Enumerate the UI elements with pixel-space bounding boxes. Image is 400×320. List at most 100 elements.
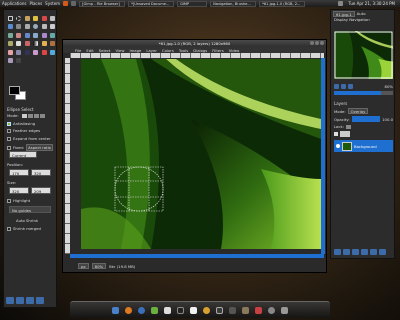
color-swatches[interactable] [9, 86, 29, 102]
settings-launcher[interactable] [266, 305, 277, 316]
free-select-tool[interactable] [23, 14, 31, 22]
maximize-icon[interactable] [315, 41, 319, 45]
flip-tool[interactable] [6, 40, 14, 48]
expand-checkbox[interactable] [7, 136, 11, 141]
taskbar-unsaved-document[interactable]: *[Unsaved Docume... [128, 0, 175, 7]
ellipse-select-tool[interactable] [15, 14, 23, 22]
anchor-layer-icon[interactable] [370, 249, 377, 255]
fixed-current-field[interactable]: Current [9, 151, 37, 158]
crop-tool[interactable] [15, 31, 23, 39]
expand-option[interactable]: Expand from center [7, 136, 51, 141]
mode-subtract-icon[interactable] [33, 113, 39, 118]
trash-launcher[interactable] [279, 305, 290, 316]
highlight-checkbox[interactable] [7, 198, 11, 203]
blur-tool[interactable] [49, 48, 57, 56]
network-launcher[interactable] [136, 305, 147, 316]
menu-dialogs[interactable]: Dialogs [193, 48, 207, 53]
restore-options-icon[interactable] [16, 297, 24, 304]
mode-add-icon[interactable] [27, 113, 33, 118]
fuzzy-select-tool[interactable] [32, 14, 40, 22]
terminal-launcher-icon[interactable] [71, 1, 77, 6]
text-tool[interactable] [15, 40, 23, 48]
zoom-tool[interactable] [32, 23, 40, 31]
lock-alpha-icon[interactable] [345, 124, 351, 129]
mode-replace-icon[interactable] [21, 113, 27, 118]
text-editor-launcher[interactable] [188, 305, 199, 316]
rotate-tool[interactable] [23, 31, 31, 39]
image-canvas[interactable] [81, 59, 321, 249]
shrink-merged-option[interactable]: Shrink merged [7, 226, 41, 231]
duplicate-layer-icon[interactable] [361, 249, 368, 255]
opacity-slider[interactable] [351, 116, 381, 122]
visibility-eye-icon[interactable] [334, 132, 338, 136]
airbrush-tool[interactable] [15, 48, 23, 56]
zoom-out-icon[interactable] [334, 83, 339, 89]
menu-colors[interactable]: Colors [162, 48, 174, 53]
scale-tool[interactable] [32, 31, 40, 39]
home-folder-launcher[interactable] [110, 305, 121, 316]
raise-layer-icon[interactable] [343, 249, 350, 255]
delete-options-icon[interactable] [26, 297, 34, 304]
mode-intersect-icon[interactable] [39, 113, 45, 118]
color-select-tool[interactable] [40, 14, 48, 22]
taskbar-image-window[interactable]: *61.jpg-1.0 (RGB, 2... [259, 0, 306, 7]
menu-filters[interactable]: Filters [212, 48, 223, 53]
perspective-tool[interactable] [49, 31, 57, 39]
delete-layer-icon[interactable] [379, 249, 386, 255]
save-options-icon[interactable] [6, 297, 14, 304]
menu-edit[interactable]: Edit [86, 48, 93, 53]
paths-tool[interactable] [15, 23, 23, 31]
scissors-tool[interactable] [49, 14, 57, 22]
vertical-ruler[interactable] [65, 58, 70, 254]
antialiasing-checkbox[interactable] [7, 121, 11, 126]
blend-tool[interactable] [32, 40, 40, 48]
clone-tool[interactable] [32, 48, 40, 56]
image-selector[interactable]: 61.jpg-1 [333, 10, 355, 17]
navigation-preview[interactable] [334, 31, 393, 79]
feather-checkbox[interactable] [7, 128, 11, 133]
horizontal-scrollbar[interactable] [70, 254, 324, 258]
size-w-field[interactable]: 320 [9, 187, 29, 194]
fixed-select[interactable]: Aspect ratio [26, 144, 53, 151]
network-icon[interactable] [337, 1, 343, 6]
menu-file[interactable]: File [75, 48, 81, 53]
fixed-option[interactable]: Fixed: Aspect ratio [7, 144, 53, 151]
auto-button[interactable]: Auto [357, 11, 366, 16]
zoom-slider[interactable] [334, 91, 393, 95]
guides-select[interactable]: No guides [9, 206, 51, 213]
taskbar-file-browser[interactable]: [Gimp - File Browser] [79, 0, 126, 7]
move-tool[interactable] [49, 23, 57, 31]
opacity-value[interactable]: 100.0 [382, 117, 393, 122]
browser-launcher[interactable] [123, 305, 134, 316]
smudge-tool[interactable] [6, 57, 14, 65]
heal-tool[interactable] [40, 48, 48, 56]
mail-launcher[interactable] [162, 305, 173, 316]
pencil-tool[interactable] [40, 40, 48, 48]
shear-tool[interactable] [40, 31, 48, 39]
browser-launcher-icon[interactable] [63, 1, 69, 6]
gimp-launcher[interactable] [240, 305, 251, 316]
antialiasing-option[interactable]: Antialiasing [7, 121, 35, 126]
color-picker-tool[interactable] [23, 23, 31, 31]
new-layer-icon[interactable] [334, 249, 341, 255]
bucket-fill-tool[interactable] [23, 40, 31, 48]
video-launcher[interactable] [227, 305, 238, 316]
highlight-option[interactable]: Highlight [7, 198, 30, 203]
close-icon[interactable] [320, 41, 324, 45]
terminal-launcher[interactable] [175, 305, 186, 316]
rect-select-tool[interactable] [6, 14, 14, 22]
office-launcher[interactable] [253, 305, 264, 316]
applications-menu[interactable]: Applications [2, 1, 26, 6]
layer-item-background[interactable]: Background [334, 140, 393, 152]
ink-tool[interactable] [23, 48, 31, 56]
chat-launcher[interactable] [149, 305, 160, 316]
eye-icon[interactable] [336, 144, 340, 148]
feather-option[interactable]: Feather edges [7, 128, 40, 133]
menu-layer[interactable]: Layer [146, 48, 157, 53]
zoom-select[interactable]: 80% [91, 263, 107, 269]
vertical-scrollbar[interactable] [321, 58, 325, 254]
photo-launcher[interactable] [214, 305, 225, 316]
position-y-field[interactable]: 320 [31, 169, 51, 176]
position-x-field[interactable]: 170 [9, 169, 29, 176]
mask-thumbnail[interactable] [340, 131, 350, 137]
